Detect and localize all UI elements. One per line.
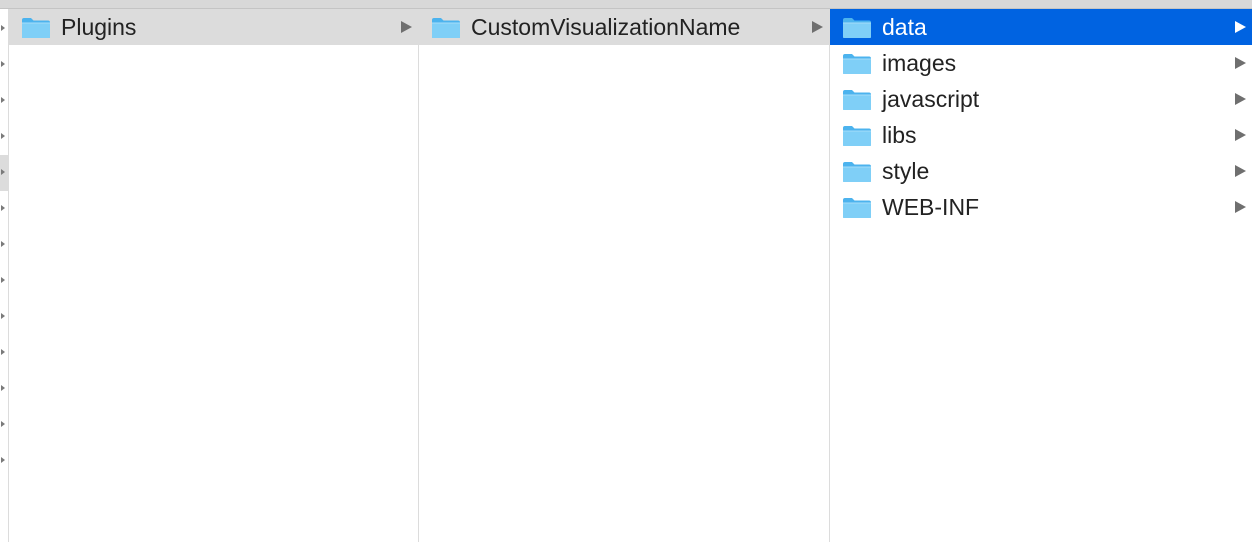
folder-row-plugins[interactable]: Plugins bbox=[9, 9, 418, 45]
chevron-right-icon bbox=[1235, 129, 1246, 141]
folder-name: style bbox=[882, 158, 930, 184]
folder-name: data bbox=[882, 14, 927, 40]
chevron-right-icon bbox=[1235, 93, 1246, 105]
chevron-right-icon bbox=[1, 25, 5, 31]
folder-row-style[interactable]: style bbox=[830, 153, 1252, 189]
previous-column-clipped[interactable] bbox=[0, 9, 9, 542]
chevron-right-icon bbox=[1, 97, 5, 103]
folder-row-libs[interactable]: libs bbox=[830, 117, 1252, 153]
finder-column-view: Plugins CustomVisualizationName data imag… bbox=[0, 0, 1252, 542]
folder-icon bbox=[843, 54, 871, 74]
chevron-right-icon bbox=[1, 385, 5, 391]
chevron-right-icon bbox=[401, 21, 412, 33]
folder-name: javascript bbox=[882, 86, 980, 112]
folder-icon bbox=[843, 126, 871, 146]
folder-row-web-inf[interactable]: WEB-INF bbox=[830, 189, 1252, 225]
column-2[interactable]: CustomVisualizationName bbox=[419, 9, 830, 542]
chevron-right-icon bbox=[812, 21, 823, 33]
chevron-right-icon bbox=[1235, 165, 1246, 177]
chevron-right-icon bbox=[1, 61, 5, 67]
folder-name: libs bbox=[882, 122, 917, 148]
folder-name: WEB-INF bbox=[882, 194, 980, 220]
chevron-right-icon bbox=[1, 277, 5, 283]
column-3[interactable]: data images javascript libs style WEB-INF bbox=[830, 9, 1252, 542]
folder-icon bbox=[843, 162, 871, 182]
chevron-right-icon bbox=[1, 133, 5, 139]
folder-name: Plugins bbox=[61, 14, 137, 40]
folder-name: CustomVisualizationName bbox=[471, 14, 741, 40]
folder-icon bbox=[843, 198, 871, 218]
chevron-right-icon bbox=[1, 349, 5, 355]
folder-name: images bbox=[882, 50, 957, 76]
chevron-right-icon bbox=[1, 457, 5, 463]
folder-icon bbox=[843, 18, 871, 38]
folder-icon bbox=[843, 90, 871, 110]
folder-row-javascript[interactable]: javascript bbox=[830, 81, 1252, 117]
folder-row-data[interactable]: data bbox=[830, 9, 1252, 45]
window-top-edge bbox=[0, 0, 1252, 9]
column-1[interactable]: Plugins bbox=[9, 9, 419, 542]
chevron-right-icon bbox=[1235, 57, 1246, 69]
chevron-right-icon bbox=[1, 421, 5, 427]
chevron-right-icon bbox=[1, 205, 5, 211]
folder-row-customvisualizationname[interactable]: CustomVisualizationName bbox=[419, 9, 829, 45]
chevron-right-icon bbox=[1, 313, 5, 319]
chevron-right-icon bbox=[1235, 201, 1246, 213]
folder-icon bbox=[22, 18, 50, 38]
chevron-right-icon bbox=[1, 169, 5, 175]
folder-icon bbox=[432, 18, 460, 38]
chevron-right-icon bbox=[1235, 21, 1246, 33]
folder-row-images[interactable]: images bbox=[830, 45, 1252, 81]
chevron-right-icon bbox=[1, 241, 5, 247]
